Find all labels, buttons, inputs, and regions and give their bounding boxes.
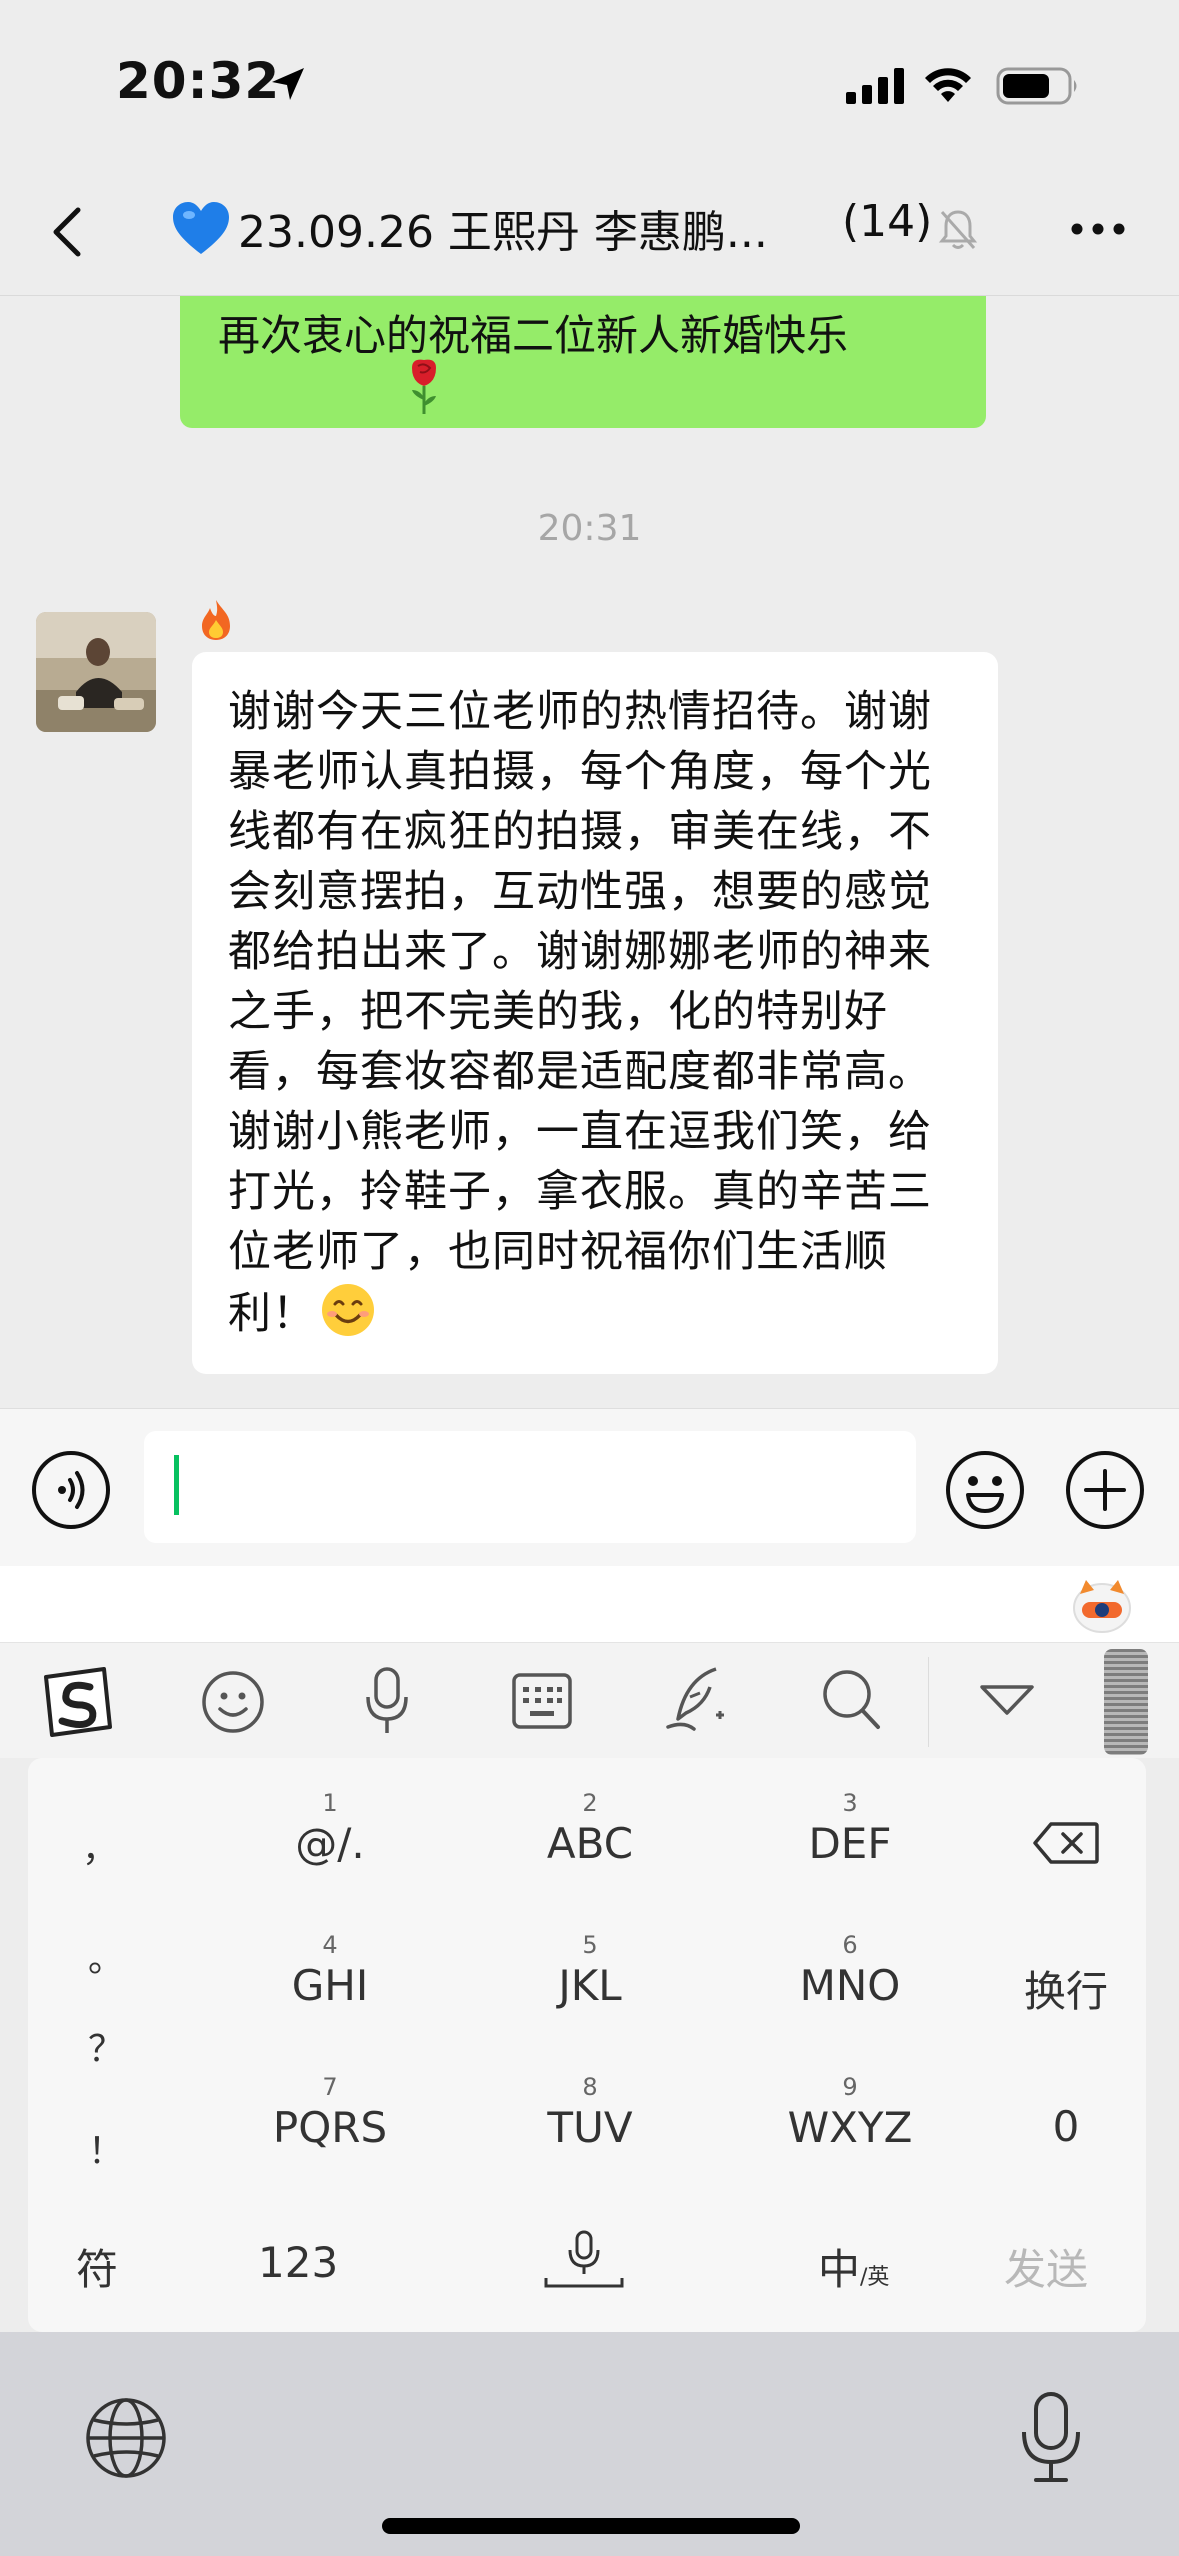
incoming-message-bubble[interactable]: 谢谢今天三位老师的热情招待。谢谢暴老师认真拍摄，每个角度，每个光线都有在疯狂的拍… xyxy=(192,652,998,1374)
home-indicator[interactable] xyxy=(382,2518,800,2534)
language-switch-key[interactable]: 中/英 xyxy=(818,2236,889,2297)
cellular-signal-icon xyxy=(846,68,904,104)
back-icon[interactable] xyxy=(46,202,86,262)
search-icon[interactable] xyxy=(820,1667,884,1733)
punctuation-exclamation[interactable]: ！ xyxy=(88,2122,124,2174)
collapse-icon[interactable] xyxy=(976,1681,1038,1721)
rose-icon xyxy=(406,356,442,416)
keyboard-keypad: ， 。 ？ ！ 1 @/. 2 ABC 3 DEF 4 GHI 5 JKL 6 … xyxy=(28,1758,1146,2332)
key-letters: @/. xyxy=(295,1819,365,1868)
globe-icon[interactable] xyxy=(84,2396,168,2480)
newline-key[interactable]: 换行 xyxy=(986,1958,1146,2019)
key-6[interactable]: 6 MNO xyxy=(740,1930,960,2012)
key-7[interactable]: 7 PQRS xyxy=(220,2072,440,2154)
message-input[interactable] xyxy=(144,1431,916,1543)
punctuation-question[interactable]: ？ xyxy=(88,2020,124,2072)
outgoing-message-bubble[interactable]: 再次衷心的祝福二位新人新婚快乐 xyxy=(180,296,986,428)
plus-icon[interactable] xyxy=(1064,1449,1146,1531)
key-letters: JKL xyxy=(558,1961,622,2010)
space-key[interactable] xyxy=(544,2228,624,2292)
key-letters: ABC xyxy=(546,1819,634,1868)
key-2[interactable]: 2 ABC xyxy=(480,1788,700,1870)
handwriting-icon[interactable] xyxy=(664,1663,730,1735)
text-cursor xyxy=(174,1455,179,1515)
location-arrow-icon xyxy=(268,64,308,104)
chat-header: 23.09.26 王熙丹 李惠鹏... (14) xyxy=(0,170,1179,296)
key-letters: PQRS xyxy=(272,2103,388,2152)
dictation-microphone-icon[interactable] xyxy=(1016,2390,1086,2486)
member-count: (14) xyxy=(842,196,933,247)
key-letters: GHI xyxy=(291,1961,369,2010)
incoming-message-text: 谢谢今天三位老师的热情招待。谢谢暴老师认真拍摄，每个角度，每个光线都有在疯狂的拍… xyxy=(228,687,932,1339)
punctuation-period[interactable]: 。 xyxy=(88,1930,124,1982)
key-letters: TUV xyxy=(547,2103,633,2152)
key-number: 2 xyxy=(582,1789,598,1817)
language-main: 中 xyxy=(818,2245,861,2294)
punctuation-comma[interactable]: ， xyxy=(82,1820,118,1872)
key-9[interactable]: 9 WXYZ xyxy=(740,2072,960,2154)
key-3[interactable]: 3 DEF xyxy=(740,1788,960,1870)
key-letters: MNO xyxy=(799,1961,901,2010)
microphone-icon[interactable] xyxy=(362,1665,412,1737)
battery-icon xyxy=(996,66,1080,106)
chat-area[interactable]: 再次衷心的祝福二位新人新婚快乐 20:31 谢谢今天三位老师的热情招待。谢谢暴老… xyxy=(0,296,1179,1408)
chat-title[interactable]: 23.09.26 王熙丹 李惠鹏... xyxy=(238,196,798,260)
key-5[interactable]: 5 JKL xyxy=(480,1930,700,2012)
avatar[interactable] xyxy=(36,612,156,732)
blue-heart-icon xyxy=(170,198,232,260)
status-bar: 20:32 xyxy=(0,0,1179,170)
more-icon[interactable] xyxy=(1070,222,1126,236)
key-number: 9 xyxy=(842,2073,858,2101)
zero-key[interactable]: 0 xyxy=(986,2102,1146,2151)
keyboard-icon[interactable] xyxy=(510,1671,574,1731)
key-4[interactable]: 4 GHI xyxy=(220,1930,440,2012)
input-bar xyxy=(0,1408,1179,1566)
mute-bell-icon xyxy=(938,208,978,252)
key-1[interactable]: 1 @/. xyxy=(220,1788,440,1870)
language-sub: /英 xyxy=(860,2265,890,2290)
send-key[interactable]: 发送 xyxy=(1004,2236,1088,2297)
toolbar-divider xyxy=(928,1657,929,1747)
fire-icon xyxy=(196,598,236,642)
sogou-logo-icon[interactable] xyxy=(38,1665,118,1741)
key-number: 4 xyxy=(322,1931,338,1959)
outgoing-message-text: 再次衷心的祝福二位新人新婚快乐 xyxy=(218,311,849,360)
key-number: 8 xyxy=(582,2073,598,2101)
key-number: 7 xyxy=(322,2073,338,2101)
wifi-icon xyxy=(922,66,974,104)
numbers-key[interactable]: 123 xyxy=(258,2238,338,2287)
key-number: 6 xyxy=(842,1931,858,1959)
key-number: 1 xyxy=(322,1789,338,1817)
time-divider: 20:31 xyxy=(537,508,642,549)
keyboard-candidate-strip xyxy=(0,1566,1179,1642)
system-keyboard-bar xyxy=(0,2332,1179,2556)
key-letters: DEF xyxy=(808,1819,892,1868)
key-8[interactable]: 8 TUV xyxy=(480,2072,700,2154)
keyboard-toolbar xyxy=(0,1642,1179,1758)
keyboard-drag-handle[interactable] xyxy=(1104,1649,1148,1755)
status-time: 20:32 xyxy=(116,52,281,110)
symbols-key[interactable]: 符 xyxy=(76,2236,118,2297)
keyboard-mascot-icon[interactable] xyxy=(1070,1576,1134,1634)
emoji-icon[interactable] xyxy=(944,1449,1026,1531)
voice-icon[interactable] xyxy=(30,1449,112,1531)
key-number: 5 xyxy=(582,1931,598,1959)
key-letters: WXYZ xyxy=(787,2103,913,2152)
smiling-face-icon xyxy=(320,1282,376,1338)
emoji-icon[interactable] xyxy=(200,1669,266,1735)
backspace-icon[interactable] xyxy=(986,1820,1146,1866)
key-number: 3 xyxy=(842,1789,858,1817)
